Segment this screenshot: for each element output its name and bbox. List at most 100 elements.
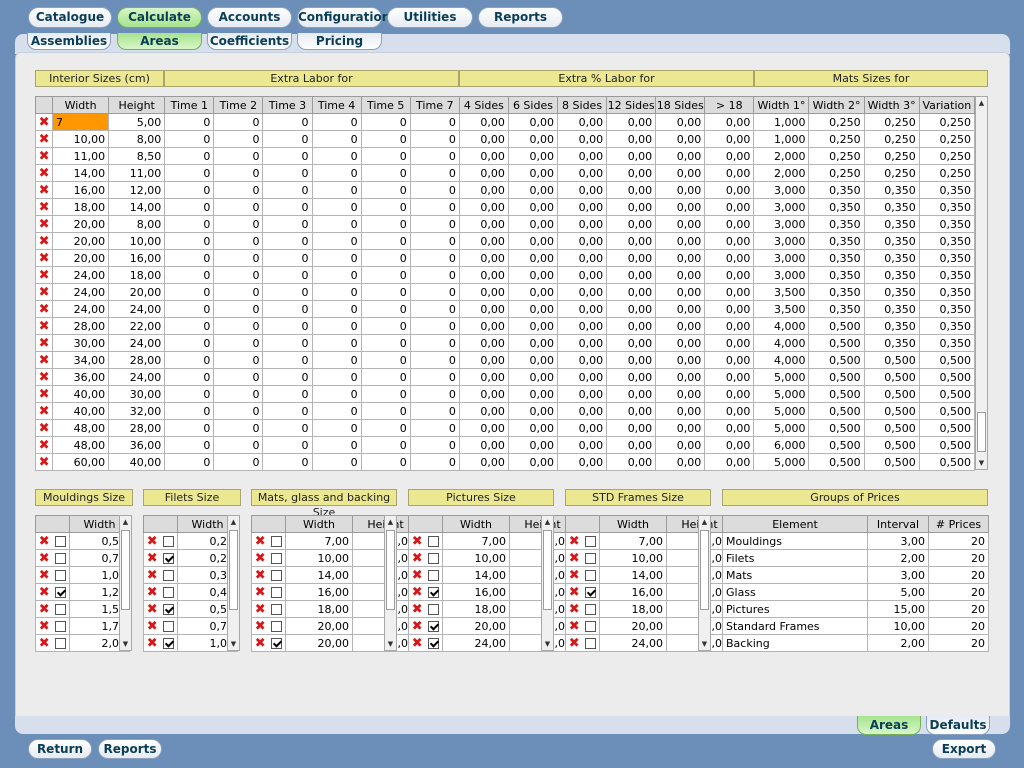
table-cell[interactable]: 0 (213, 317, 264, 335)
table-cell[interactable]: 0 (213, 130, 264, 148)
export-button[interactable]: Export (932, 739, 996, 759)
table-cell[interactable]: 0 (213, 198, 264, 216)
table-cell[interactable]: 0,00 (655, 317, 706, 335)
table-cell[interactable]: 0,350 (863, 181, 920, 199)
table-cell[interactable]: 0 (311, 385, 362, 403)
table-cell[interactable]: 0,350 (918, 266, 976, 284)
table-cell[interactable]: Standard Frames (722, 617, 868, 635)
table-cell[interactable]: 0 (213, 181, 264, 199)
table-cell[interactable]: 0 (164, 113, 215, 131)
table-cell[interactable]: 0,00 (704, 453, 755, 471)
table-cell[interactable]: 0,250 (918, 164, 976, 182)
table-cell[interactable]: 0 (262, 385, 313, 403)
table-cell[interactable]: 0,350 (863, 198, 920, 216)
table-cell[interactable]: 10,00 (599, 549, 667, 567)
delete-x-icon[interactable]: ✖ (568, 620, 580, 633)
delete-x-icon[interactable]: ✖ (38, 603, 50, 616)
table-cell[interactable]: 0,00 (556, 181, 608, 199)
table-cell[interactable]: 0,00 (507, 130, 559, 148)
table-cell[interactable]: 0 (213, 334, 264, 352)
table-cell[interactable]: 0,500 (808, 453, 865, 471)
filets-scrollbar[interactable]: ▲ ▼ (227, 515, 240, 651)
table-cell[interactable]: 36,00 (108, 436, 166, 454)
table-cell[interactable]: 0,350 (808, 266, 865, 284)
table-cell[interactable]: 0 (409, 402, 460, 420)
table-cell[interactable]: 0 (164, 130, 215, 148)
delete-x-icon[interactable]: ✖ (38, 201, 50, 214)
tab-pricing[interactable]: Pricing (297, 33, 382, 50)
table-cell[interactable]: 0 (360, 113, 411, 131)
table-cell[interactable]: 0 (164, 317, 215, 335)
table-cell[interactable]: 0,00 (458, 385, 509, 403)
table-cell[interactable]: 11,00 (52, 147, 110, 165)
table-cell[interactable]: 0 (164, 334, 215, 352)
table-cell[interactable]: 0 (409, 181, 460, 199)
row-checkbox[interactable] (55, 587, 67, 598)
table-cell[interactable]: 0,00 (606, 300, 657, 318)
table-cell[interactable]: 0,00 (556, 300, 608, 318)
delete-x-icon[interactable]: ✖ (38, 252, 50, 265)
table-cell[interactable]: 0 (164, 453, 215, 471)
table-cell[interactable]: 0,00 (556, 402, 608, 420)
table-cell[interactable]: 0 (409, 436, 460, 454)
table-cell[interactable]: 3,000 (753, 181, 810, 199)
row-checkbox[interactable] (585, 621, 597, 632)
table-cell[interactable]: 3,000 (753, 198, 810, 216)
table-cell[interactable]: 20 (928, 532, 989, 550)
table-cell[interactable]: 0 (409, 283, 460, 301)
table-cell[interactable]: 0 (213, 351, 264, 369)
table-cell[interactable]: 0,00 (606, 266, 657, 284)
table-cell[interactable]: 0,00 (458, 147, 509, 165)
table-cell[interactable]: 0 (164, 368, 215, 386)
table-cell[interactable]: 0 (311, 198, 362, 216)
row-checkbox[interactable] (428, 587, 440, 598)
row-checkbox[interactable] (271, 621, 283, 632)
table-cell[interactable]: 0,00 (507, 402, 559, 420)
row-checkbox[interactable] (585, 553, 597, 564)
delete-x-icon[interactable]: ✖ (38, 405, 50, 418)
table-cell[interactable]: 0 (262, 368, 313, 386)
table-cell[interactable]: 0 (164, 385, 215, 403)
table-cell[interactable]: 0 (164, 402, 215, 420)
table-cell[interactable]: Filets (722, 549, 868, 567)
table-cell[interactable]: 0 (262, 300, 313, 318)
table-cell[interactable]: 5,000 (753, 453, 810, 471)
arrow-up-icon[interactable]: ▲ (385, 516, 396, 528)
delete-x-icon[interactable]: ✖ (568, 552, 580, 565)
table-cell[interactable]: 0 (360, 300, 411, 318)
table-cell[interactable]: 0,00 (655, 419, 706, 437)
table-cell[interactable]: 0 (213, 164, 264, 182)
table-cell[interactable]: 0,00 (507, 385, 559, 403)
table-cell[interactable]: 0 (311, 232, 362, 250)
table-cell[interactable]: 0,500 (808, 419, 865, 437)
table-cell[interactable]: 0,00 (507, 164, 559, 182)
delete-x-icon[interactable]: ✖ (38, 337, 50, 350)
table-cell[interactable]: 2,000 (753, 164, 810, 182)
delete-x-icon[interactable]: ✖ (411, 637, 423, 650)
table-cell[interactable]: 0 (360, 334, 411, 352)
table-cell[interactable]: 0,00 (704, 317, 755, 335)
row-checkbox[interactable] (428, 638, 440, 649)
table-cell[interactable]: 0 (164, 283, 215, 301)
table-cell[interactable]: 0 (409, 198, 460, 216)
table-cell[interactable]: 14,00 (285, 566, 353, 584)
table-cell[interactable]: 0 (409, 130, 460, 148)
table-cell[interactable]: 3,500 (753, 300, 810, 318)
table-cell[interactable]: 0,350 (808, 181, 865, 199)
table-cell[interactable]: 0 (164, 181, 215, 199)
table-cell[interactable]: 0,00 (704, 232, 755, 250)
table-cell[interactable]: 0,350 (808, 283, 865, 301)
delete-x-icon[interactable]: ✖ (568, 603, 580, 616)
table-cell[interactable]: 18,00 (285, 600, 353, 618)
table-cell[interactable]: 0,500 (808, 385, 865, 403)
nav-reports-button[interactable]: Reports (478, 7, 563, 28)
arrow-up-icon[interactable]: ▲ (120, 516, 131, 528)
table-cell[interactable]: 0 (311, 368, 362, 386)
table-cell[interactable]: 0,250 (863, 113, 920, 131)
table-cell[interactable]: 0 (213, 232, 264, 250)
table-cell[interactable]: 0 (164, 351, 215, 369)
table-cell[interactable]: 0 (360, 266, 411, 284)
table-cell[interactable]: 0,00 (458, 164, 509, 182)
table-cell[interactable]: 0 (409, 351, 460, 369)
table-cell[interactable]: 0 (262, 130, 313, 148)
